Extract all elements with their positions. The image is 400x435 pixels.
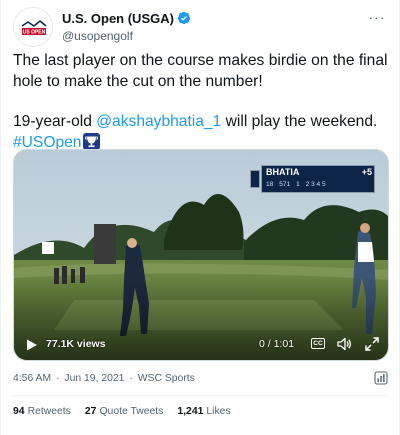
- scorebug-round: 1: [296, 181, 300, 188]
- likes-label: Likes: [206, 406, 231, 417]
- divider: [13, 395, 389, 396]
- analytics-icon[interactable]: [374, 371, 388, 385]
- tweet-stats: 94 Retweets 27 Quote Tweets 1,241 Likes: [13, 406, 231, 417]
- volume-icon[interactable]: [336, 336, 352, 352]
- verified-badge-icon: [177, 11, 191, 25]
- play-icon[interactable]: [26, 339, 38, 351]
- scorebug-player: BHATIA: [266, 167, 300, 177]
- quotes-label: Quote Tweets: [99, 406, 164, 417]
- retweets-count: 94: [13, 406, 25, 417]
- view-count: 77.1K views: [46, 338, 106, 350]
- scorebug-score: +5: [361, 167, 372, 177]
- quote-tweets-stat[interactable]: 27 Quote Tweets: [85, 406, 163, 417]
- scorebug-hole: 18: [266, 181, 274, 188]
- retweets-label: Retweets: [27, 406, 71, 417]
- scorebug-yards: 571: [279, 181, 291, 188]
- svg-text:US OPEN: US OPEN: [23, 30, 46, 36]
- video-player[interactable]: BHATIA +5 18 571 1 2 3 4 5 77.1K views 0…: [13, 149, 389, 361]
- tweet-text-line2: 19-year-old @akshaybhatia_1 will play th…: [13, 111, 389, 132]
- more-options-icon[interactable]: ···: [367, 9, 387, 27]
- tweet-source: WSC Sports: [137, 373, 195, 384]
- tweet-meta: 4:56 AM · Jun 19, 2021 · WSC Sports: [13, 373, 195, 384]
- scorebug-logo-icon: [250, 170, 260, 188]
- tweet-text-prefix: 19-year-old: [13, 113, 97, 130]
- quotes-count: 27: [84, 406, 97, 417]
- closed-captions-button[interactable]: CC: [311, 338, 325, 349]
- video-time: 0 / 1:01: [259, 338, 295, 350]
- retweets-stat[interactable]: 94 Retweets: [13, 406, 71, 417]
- tweet-time[interactable]: 4:56 AM: [13, 373, 51, 384]
- avatar[interactable]: US OPEN: [13, 7, 53, 47]
- tweet-date[interactable]: Jun 19, 2021: [64, 373, 124, 384]
- tweet-text-suffix: will play the weekend.: [221, 113, 378, 130]
- mention-link[interactable]: @akshaybhatia_1: [96, 113, 221, 130]
- tweet-text-line1: The last player on the course makes bird…: [13, 52, 388, 90]
- tweet-header: US OPEN U.S. Open (USGA) @usopengolf ···: [13, 7, 389, 47]
- us-open-logo-icon: US OPEN: [14, 8, 52, 46]
- likes-count: 1,241: [177, 406, 204, 417]
- fullscreen-icon[interactable]: [364, 336, 380, 352]
- meta-separator: ·: [56, 373, 60, 384]
- display-name[interactable]: U.S. Open (USGA): [62, 11, 174, 26]
- meta-separator: ·: [129, 373, 133, 384]
- video-controls: 77.1K views 0 / 1:01 CC: [14, 330, 388, 360]
- scorebug: BHATIA +5 18 571 1 2 3 4 5: [250, 165, 375, 193]
- scorebug-holes-strip: 2 3 4 5: [305, 181, 326, 188]
- likes-stat[interactable]: 1,241 Likes: [177, 406, 230, 417]
- tweet-body: The last player on the course makes bird…: [13, 50, 389, 153]
- account-handle[interactable]: @usopengolf: [62, 29, 191, 43]
- tweet-card: US OPEN U.S. Open (USGA) @usopengolf ···…: [0, 0, 400, 435]
- trophy-emoji-icon: [83, 133, 101, 150]
